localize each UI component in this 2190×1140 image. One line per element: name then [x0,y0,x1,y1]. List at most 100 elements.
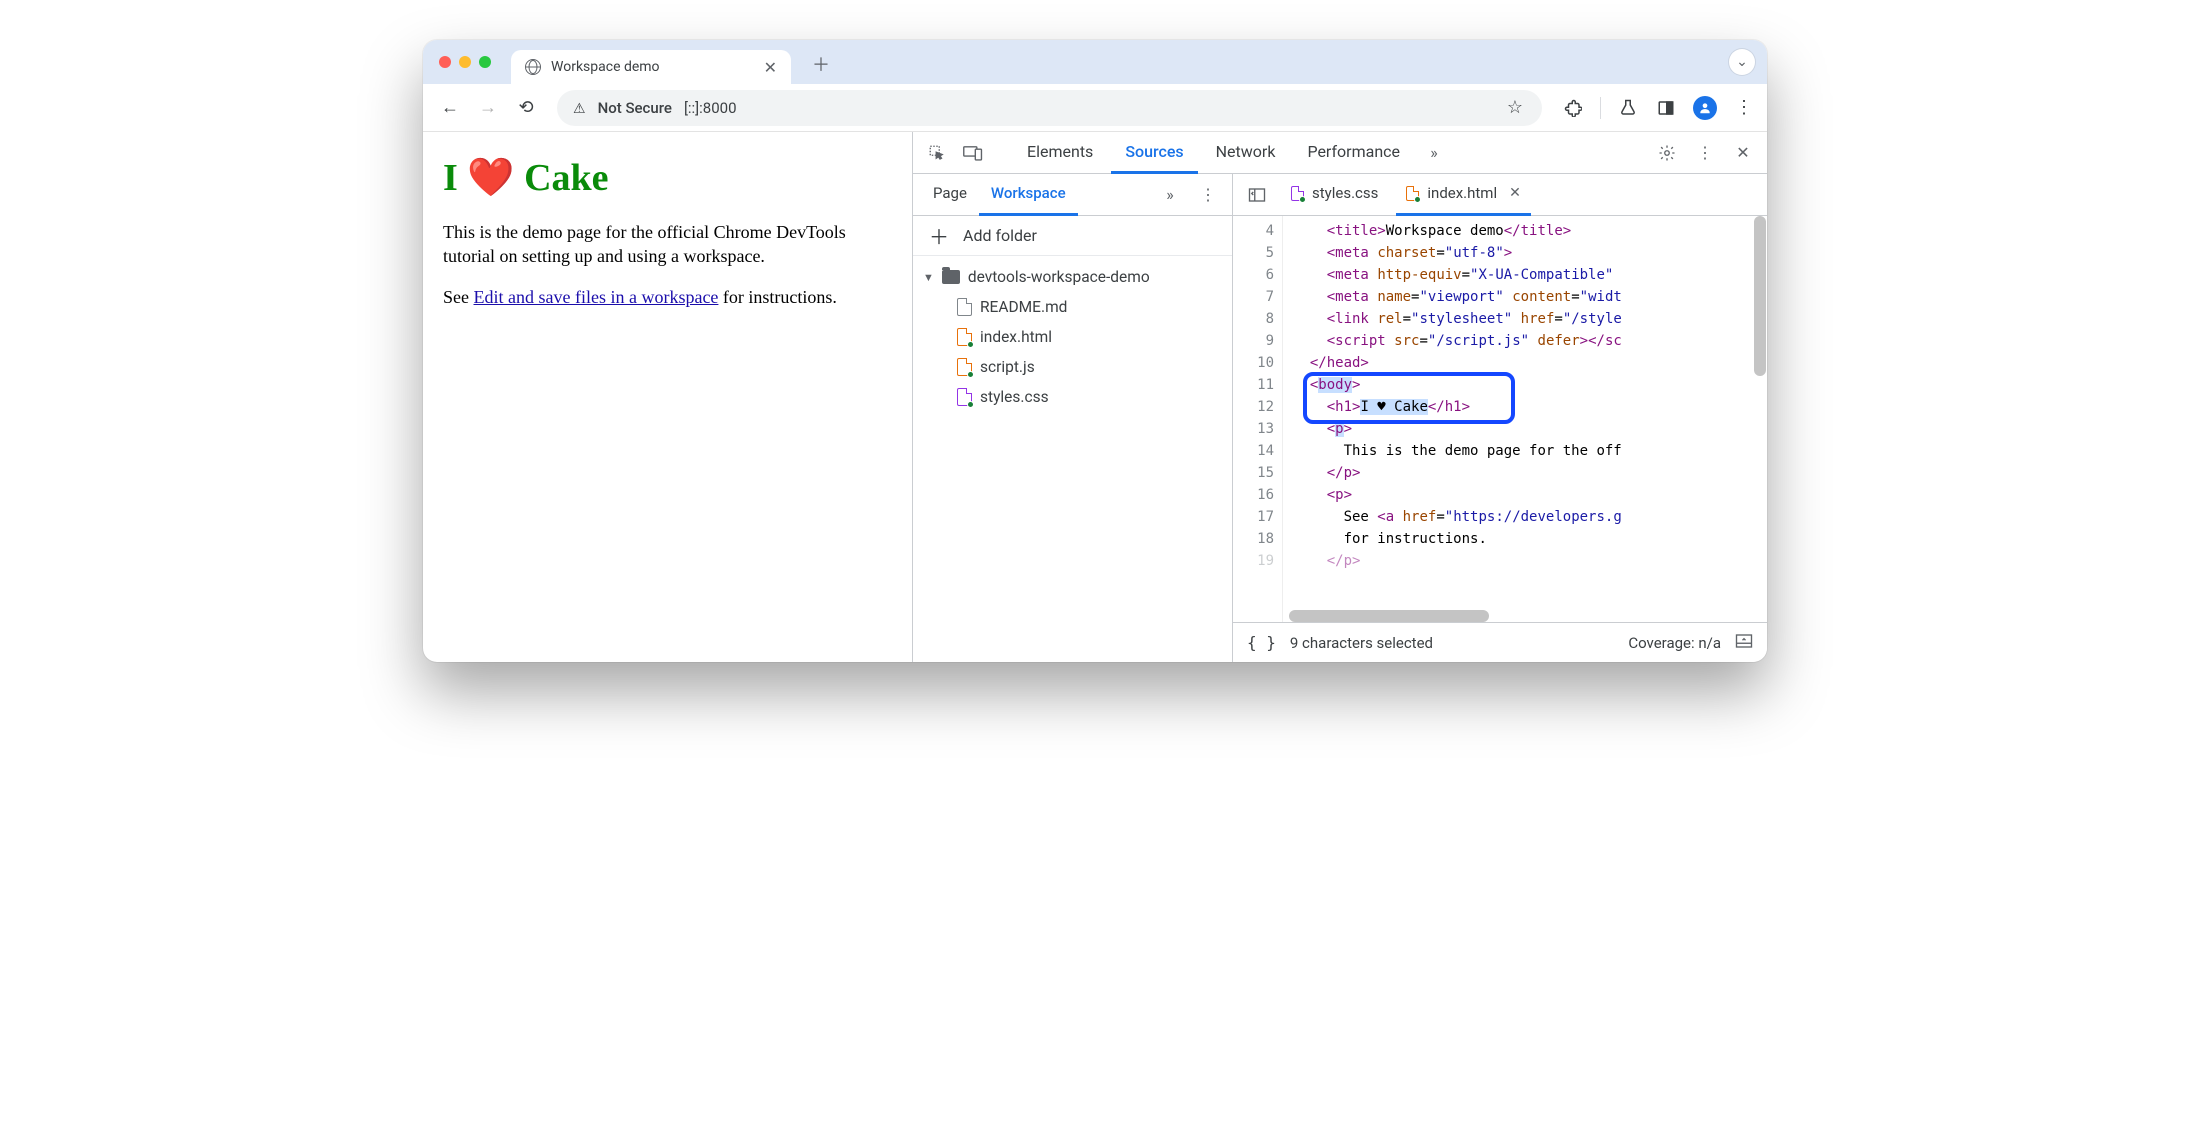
inspect-icon[interactable] [921,137,953,169]
star-icon[interactable]: ☆ [1504,97,1526,119]
file-tree: ▼ devtools-workspace-demo README.md inde… [913,256,1232,418]
profile-avatar[interactable] [1693,96,1717,120]
subtab-page[interactable]: Page [921,174,979,216]
close-icon[interactable]: ✕ [1509,185,1521,201]
maximize-window-icon[interactable] [479,56,491,68]
page-title: I ❤️ Cake [443,156,892,200]
sync-dot-icon [967,371,974,378]
add-folder-label: Add folder [963,226,1037,245]
file-icon [957,388,972,406]
side-panel-icon[interactable] [1655,97,1677,119]
navigator-tabs: Page Workspace » ⋮ [913,174,1232,216]
code-editor[interactable]: 45678910111213141516171819 <title>Worksp… [1233,216,1767,622]
file-label: index.html [980,328,1052,346]
more-tabs-icon[interactable]: » [1418,137,1450,169]
close-devtools-icon[interactable]: ✕ [1727,137,1759,169]
para2-suffix: for instructions. [718,287,837,307]
code-content: <title>Workspace demo</title> <meta char… [1283,216,1767,622]
minimize-window-icon[interactable] [459,56,471,68]
divider [1600,97,1601,119]
file-script[interactable]: script.js [913,352,1232,382]
more-subtabs-icon[interactable]: » [1154,179,1186,211]
browser-window: Workspace demo ✕ ＋ ⌄ ← → ⟲ Not Secure [:… [423,40,1767,662]
tab-strip: Workspace demo ✕ ＋ ⌄ [423,40,1767,84]
coverage-status: Coverage: n/a [1628,634,1721,652]
file-icon [957,298,972,316]
window-controls [439,56,491,68]
file-icon [957,328,972,346]
subtab-menu-icon[interactable]: ⋮ [1192,179,1224,211]
sync-dot-icon [1414,196,1421,203]
new-tab-button[interactable]: ＋ [807,50,835,78]
toolbar-actions: ⋮ [1562,96,1755,120]
editor-statusbar: { } 9 characters selected Coverage: n/a [1233,622,1767,662]
add-folder-button[interactable]: ＋ Add folder [913,216,1232,256]
sync-dot-icon [967,341,974,348]
page-content: I ❤️ Cake This is the demo page for the … [423,132,913,662]
labs-icon[interactable] [1617,97,1639,119]
extensions-icon[interactable] [1562,97,1584,119]
sources-navigator: Page Workspace » ⋮ ＋ Add folder ▼ [913,174,1233,662]
sync-dot-icon [967,401,974,408]
tree-folder[interactable]: ▼ devtools-workspace-demo [913,262,1232,292]
tab-network[interactable]: Network [1202,132,1290,174]
editor-tab-styles[interactable]: styles.css [1281,174,1388,216]
chevron-down-icon[interactable]: ⌄ [1729,49,1755,75]
gear-icon[interactable] [1651,137,1683,169]
warning-icon [573,99,586,117]
file-styles[interactable]: styles.css [913,382,1232,412]
editor-tab-index[interactable]: index.html ✕ [1396,174,1530,216]
kebab-menu-icon[interactable]: ⋮ [1689,137,1721,169]
subtab-workspace[interactable]: Workspace [979,174,1078,216]
para2-prefix: See [443,287,474,307]
editor-tabs: styles.css index.html ✕ [1233,174,1767,216]
menu-icon[interactable]: ⋮ [1733,97,1755,119]
toolbar: ← → ⟲ Not Secure [::]:8000 ☆ ⋮ [423,84,1767,132]
sync-dot-icon [1299,196,1306,203]
file-icon [957,358,972,376]
toggle-navigator-icon[interactable] [1241,179,1273,211]
folder-label: devtools-workspace-demo [968,268,1150,286]
page-paragraph-1: This is the demo page for the official C… [443,220,892,269]
format-icon[interactable]: { } [1247,633,1276,652]
reload-button[interactable]: ⟲ [511,93,541,123]
browser-tab[interactable]: Workspace demo ✕ [511,50,791,84]
file-label: script.js [980,358,1035,376]
file-icon [1406,186,1419,201]
tab-elements[interactable]: Elements [1013,132,1107,174]
horizontal-scrollbar[interactable] [1289,610,1489,622]
folder-icon [942,270,960,284]
globe-icon [525,59,541,75]
tab-title: Workspace demo [551,59,660,75]
address-bar[interactable]: Not Secure [::]:8000 ☆ [557,90,1542,126]
back-button[interactable]: ← [435,93,465,123]
tab-sources[interactable]: Sources [1111,132,1197,174]
chevron-down-icon: ▼ [923,271,934,284]
vertical-scrollbar[interactable] [1754,216,1766,376]
editor-tab-label: styles.css [1312,184,1378,202]
page-paragraph-2: See Edit and save files in a workspace f… [443,285,892,309]
close-window-icon[interactable] [439,56,451,68]
devtools-body: Page Workspace » ⋮ ＋ Add folder ▼ [913,174,1767,662]
drawer-toggle-icon[interactable] [1735,633,1753,653]
selection-status: 9 characters selected [1290,634,1433,652]
devtools-tabs: Elements Sources Network Performance » ⋮… [913,132,1767,174]
devtools-panel: Elements Sources Network Performance » ⋮… [913,132,1767,662]
file-label: README.md [980,298,1067,316]
url-text: [::]:8000 [684,99,737,117]
file-icon [1291,186,1304,201]
tutorial-link[interactable]: Edit and save files in a workspace [474,287,719,307]
close-tab-icon[interactable]: ✕ [764,58,777,77]
file-index[interactable]: index.html [913,322,1232,352]
file-label: styles.css [980,388,1049,406]
tab-performance[interactable]: Performance [1293,132,1414,174]
plus-icon: ＋ [929,221,949,250]
content-area: I ❤️ Cake This is the demo page for the … [423,132,1767,662]
file-readme[interactable]: README.md [913,292,1232,322]
editor-tab-label: index.html [1427,184,1497,202]
editor-panel: styles.css index.html ✕ 4567891011121314… [1233,174,1767,662]
security-label: Not Secure [598,99,672,117]
forward-button[interactable]: → [473,93,503,123]
device-toggle-icon[interactable] [957,137,989,169]
line-gutter: 45678910111213141516171819 [1233,216,1283,622]
